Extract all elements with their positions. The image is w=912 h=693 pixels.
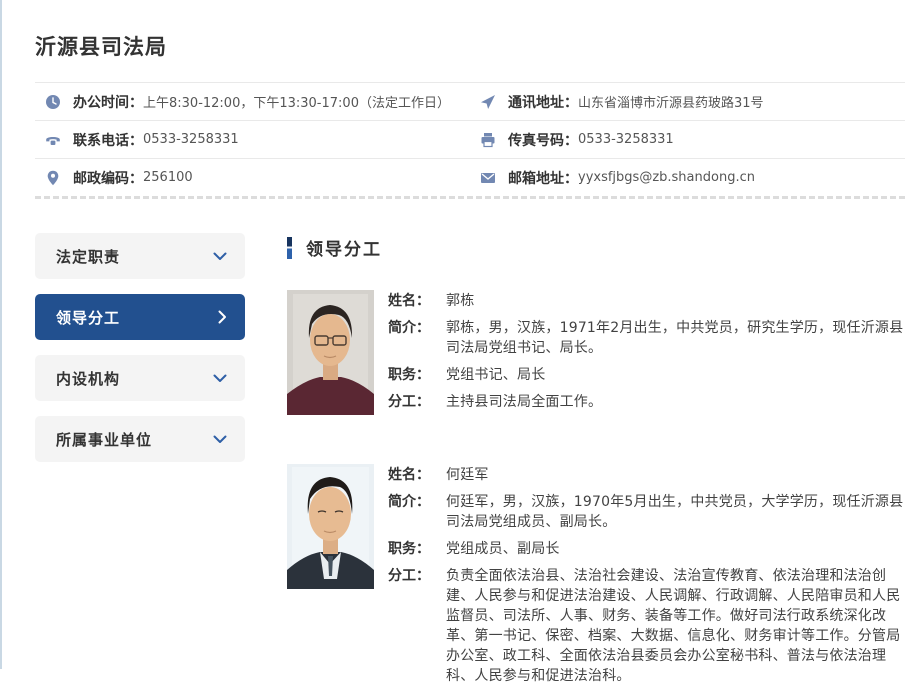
contact-value: 0533-3258331: [143, 132, 239, 147]
contact-row-postcode: 邮政编码： 256100: [35, 159, 470, 196]
chevron-right-icon: [218, 310, 227, 324]
chevron-down-icon: [213, 374, 227, 383]
sidebar: 法定职责 领导分工 内设机构 所属事业单位: [35, 233, 245, 693]
phone-icon: [45, 132, 61, 148]
leader-card: 姓名： 郭栋 简介： 郭栋，男，汉族，1971年2月出生，中共党员，研究生学历，…: [287, 290, 905, 419]
leader-card: 姓名： 何廷军 简介： 何廷军，男，汉族，1970年5月出生，中共党员，大学学历…: [287, 464, 905, 693]
leader-duty-row: 分工： 负责全面依法治县、法治社会建设、法治宣传教育、依法治理和法治创建、人民参…: [388, 566, 905, 686]
sidebar-item-leadership[interactable]: 领导分工: [35, 294, 245, 340]
sidebar-item-label: 领导分工: [56, 307, 120, 328]
page-title: 沂源县司法局: [35, 0, 905, 61]
name-label: 姓名：: [388, 291, 446, 311]
position-label: 职务：: [388, 539, 446, 559]
leader-duty: 负责全面依法治县、法治社会建设、法治宣传教育、依法治理和法治创建、人民参与和促进…: [446, 566, 905, 686]
sidebar-item-label: 法定职责: [56, 246, 120, 267]
navigation-icon: [480, 94, 496, 110]
contact-row-email: 邮箱地址： yyxsfjbgs@zb.shandong.cn: [470, 159, 905, 196]
leader-name: 何廷军: [446, 465, 905, 485]
leader-bio: 郭栋，男，汉族，1971年2月出生，中共党员，研究生学历，现任沂源县司法局党组书…: [446, 318, 905, 358]
content-layout: 法定职责 领导分工 内设机构 所属事业单位: [35, 233, 905, 693]
contact-label: 邮政编码：: [73, 168, 143, 188]
mail-icon: [480, 170, 496, 186]
contact-row-address: 通讯地址： 山东省淄博市沂源县药玻路31号: [470, 83, 905, 120]
leader-bio-row: 简介： 何廷军，男，汉族，1970年5月出生，中共党员，大学学历，现任沂源县司法…: [388, 492, 905, 532]
contact-label: 联系电话：: [73, 130, 143, 150]
sidebar-item-label: 所属事业单位: [56, 429, 152, 450]
contact-line: 办公时间： 上午8:30-12:00，下午13:30-17:00（法定工作日） …: [35, 83, 905, 121]
main-content: 领导分工 姓名: [287, 233, 905, 693]
contact-line: 邮政编码： 256100 邮箱地址： yyxsfjbgs@zb.shandong…: [35, 159, 905, 196]
sidebar-item-affiliated-units[interactable]: 所属事业单位: [35, 416, 245, 462]
chevron-down-icon: [213, 252, 227, 261]
leader-portrait-photo: [287, 290, 374, 415]
contact-value: 上午8:30-12:00，下午13:30-17:00（法定工作日）: [143, 92, 450, 111]
duty-label: 分工：: [388, 392, 446, 412]
fax-icon: [480, 132, 496, 148]
location-icon: [45, 170, 61, 186]
contact-value: 0533-3258331: [578, 132, 674, 147]
sidebar-item-internal-orgs[interactable]: 内设机构: [35, 355, 245, 401]
contact-row-phone: 联系电话： 0533-3258331: [35, 121, 470, 158]
leader-position-row: 职务： 党组书记、局长: [388, 365, 905, 385]
clock-icon: [45, 94, 61, 110]
leader-portrait-photo: [287, 464, 374, 589]
sidebar-item-legal-duties[interactable]: 法定职责: [35, 233, 245, 279]
contact-value: 山东省淄博市沂源县药玻路31号: [578, 92, 764, 111]
contact-line: 联系电话： 0533-3258331 传真号码： 0533-3258331: [35, 121, 905, 159]
leader-name-row: 姓名： 郭栋: [388, 291, 905, 311]
page: 沂源县司法局 办公时间： 上午8:30-12:00，下午13:30-17:00（…: [2, 0, 912, 669]
contact-value: yyxsfjbgs@zb.shandong.cn: [578, 170, 755, 185]
leader-duty-row: 分工： 主持县司法局全面工作。: [388, 392, 905, 412]
chevron-down-icon: [213, 435, 227, 444]
sidebar-item-label: 内设机构: [56, 368, 120, 389]
leader-info: 姓名： 何廷军 简介： 何廷军，男，汉族，1970年5月出生，中共党员，大学学历…: [388, 464, 905, 693]
bio-label: 简介：: [388, 318, 446, 358]
contact-row-office-hours: 办公时间： 上午8:30-12:00，下午13:30-17:00（法定工作日）: [35, 83, 470, 120]
leader-name-row: 姓名： 何廷军: [388, 465, 905, 485]
leader-position-row: 职务： 党组成员、副局长: [388, 539, 905, 559]
contact-label: 传真号码：: [508, 130, 578, 150]
contact-label: 邮箱地址：: [508, 168, 578, 188]
bio-label: 简介：: [388, 492, 446, 532]
leader-bio: 何廷军，男，汉族，1970年5月出生，中共党员，大学学历，现任沂源县司法局党组成…: [446, 492, 905, 532]
section-header: 领导分工: [287, 235, 905, 260]
section-bar-icon: [287, 237, 292, 259]
contact-label: 办公时间：: [73, 92, 143, 112]
leader-position: 党组书记、局长: [446, 365, 905, 385]
leader-bio-row: 简介： 郭栋，男，汉族，1971年2月出生，中共党员，研究生学历，现任沂源县司法…: [388, 318, 905, 358]
contact-label: 通讯地址：: [508, 92, 578, 112]
position-label: 职务：: [388, 365, 446, 385]
contact-row-fax: 传真号码： 0533-3258331: [470, 121, 905, 158]
contact-info-table: 办公时间： 上午8:30-12:00，下午13:30-17:00（法定工作日） …: [35, 82, 905, 199]
name-label: 姓名：: [388, 465, 446, 485]
duty-label: 分工：: [388, 566, 446, 686]
leader-name: 郭栋: [446, 291, 905, 311]
leader-position: 党组成员、副局长: [446, 539, 905, 559]
leader-info: 姓名： 郭栋 简介： 郭栋，男，汉族，1971年2月出生，中共党员，研究生学历，…: [388, 290, 905, 419]
contact-value: 256100: [143, 170, 193, 185]
leader-duty: 主持县司法局全面工作。: [446, 392, 905, 412]
section-title: 领导分工: [306, 235, 382, 260]
